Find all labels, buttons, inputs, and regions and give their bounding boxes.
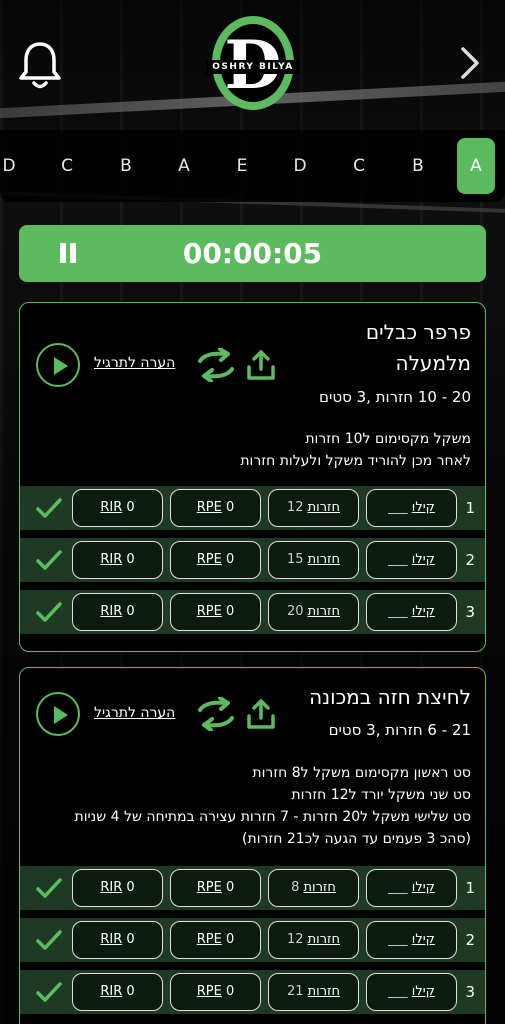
reps-input[interactable]: חזרות 15 (268, 541, 359, 579)
set-number: 1 (465, 879, 475, 897)
rir-input[interactable]: RIR 0 (72, 489, 163, 527)
rpe-input[interactable]: RPE 0 (170, 973, 261, 1011)
day-tab[interactable]: A (165, 138, 203, 194)
set-row: 3 קילו ___ חזרות 20 RPE 0 RIR 0 (20, 590, 485, 634)
share-icon[interactable] (246, 349, 276, 381)
header: D OSHRY BILYA (0, 0, 505, 120)
reps-input[interactable]: חזרות 20 (268, 593, 359, 631)
set-number: 2 (465, 931, 475, 949)
reps-input[interactable]: חזרות 12 (268, 489, 359, 527)
bell-icon[interactable] (18, 40, 62, 90)
exercise-comment-link[interactable]: הערה לתרגיל (94, 355, 175, 371)
chevron-right-icon[interactable] (457, 45, 483, 81)
note-line: סט שלישי משקל ל20 חזרות - 7 חזרות עצירה … (74, 809, 472, 825)
timer-display: 00:00:05 (182, 237, 323, 270)
set-row: 2 קילו ___ חזרות 15 RPE 0 RIR 0 (20, 538, 485, 582)
swap-icon[interactable] (196, 697, 236, 731)
day-tab[interactable]: B (107, 138, 145, 194)
check-icon[interactable] (36, 980, 62, 1004)
note-line: (סהכ 3 פעמים עד הגעה לכ21 חזרות) (242, 831, 471, 847)
check-icon[interactable] (36, 496, 62, 520)
check-icon[interactable] (36, 548, 62, 572)
swap-icon[interactable] (196, 348, 236, 382)
rir-input[interactable]: RIR 0 (72, 921, 163, 959)
exercise-meta: 20 - 10 חזרות ,3 סטים (319, 388, 471, 406)
exercise-meta: 21 - 6 חזרות ,3 סטים (328, 721, 471, 739)
play-icon[interactable] (36, 343, 80, 387)
exercise-notes: סט ראשון מקסימום משקל ל8 חזרות סט שני מש… (75, 762, 472, 850)
kg-input[interactable]: קילו ___ (366, 489, 457, 527)
play-icon[interactable] (36, 692, 80, 736)
rpe-input[interactable]: RPE 0 (170, 489, 261, 527)
exercise-title-line2: מלמעלה (395, 351, 472, 375)
check-icon[interactable] (36, 600, 62, 624)
rir-input[interactable]: RIR 0 (72, 973, 163, 1011)
set-number: 3 (465, 603, 475, 621)
rpe-input[interactable]: RPE 0 (170, 869, 261, 907)
exercise-card: פרפר כבלים מלמעלה הערה לתרגיל 20 - 10 חז… (19, 302, 486, 652)
workout-timer: 00:00:05 (19, 225, 486, 282)
set-number: 2 (465, 551, 475, 569)
set-row: 1 קילו ___ חזרות 8 RPE 0 RIR 0 (20, 866, 485, 910)
day-tabs: D C B A E D C B A (0, 130, 505, 202)
share-icon[interactable] (246, 698, 276, 730)
set-row: 1 קילו ___ חזרות 12 RPE 0 RIR 0 (20, 486, 485, 530)
note-line: משקל מקסימום ל10 חזרות (305, 431, 471, 447)
day-tab[interactable]: D (0, 138, 28, 194)
exercise-notes: משקל מקסימום ל10 חזרות לאחר מכן להוריד מ… (240, 428, 471, 472)
day-tab[interactable]: E (223, 138, 261, 194)
set-number: 3 (465, 983, 475, 1001)
kg-input[interactable]: קילו ___ (366, 541, 457, 579)
kg-input[interactable]: קילו ___ (366, 869, 457, 907)
brand-logo: D OSHRY BILYA (206, 16, 300, 110)
reps-input[interactable]: חזרות 8 (268, 869, 359, 907)
rir-input[interactable]: RIR 0 (72, 869, 163, 907)
day-tab[interactable]: B (399, 138, 437, 194)
set-row: 3 קילו ___ חזרות 21 RPE 0 RIR 0 (20, 970, 485, 1014)
day-tab[interactable]: D (281, 138, 319, 194)
reps-input[interactable]: חזרות 21 (268, 973, 359, 1011)
exercise-card: לחיצת חזה במכונה הערה לתרגיל 21 - 6 חזרו… (19, 667, 486, 1024)
day-tab-active[interactable]: A (457, 138, 495, 194)
reps-input[interactable]: חזרות 12 (268, 921, 359, 959)
kg-input[interactable]: קילו ___ (366, 921, 457, 959)
note-line: לאחר מכן להוריד משקל ולעלות חזרות (240, 453, 471, 469)
set-row: 2 קילו ___ חזרות 12 RPE 0 RIR 0 (20, 918, 485, 962)
note-line: סט שני משקל יורד ל12 חזרות (291, 787, 471, 803)
rpe-input[interactable]: RPE 0 (170, 593, 261, 631)
note-line: סט ראשון מקסימום משקל ל8 חזרות (252, 765, 471, 781)
rir-input[interactable]: RIR 0 (72, 541, 163, 579)
check-icon[interactable] (36, 928, 62, 952)
exercise-title: לחיצת חזה במכונה (309, 685, 471, 709)
kg-input[interactable]: קילו ___ (366, 973, 457, 1011)
rpe-input[interactable]: RPE 0 (170, 921, 261, 959)
check-icon[interactable] (36, 876, 62, 900)
set-number: 1 (465, 499, 475, 517)
exercise-title: פרפר כבלים (365, 320, 471, 344)
day-tab[interactable]: C (48, 138, 86, 194)
day-tab[interactable]: C (340, 138, 378, 194)
exercise-comment-link[interactable]: הערה לתרגיל (94, 705, 175, 721)
kg-input[interactable]: קילו ___ (366, 593, 457, 631)
logo-text: OSHRY BILYA (206, 60, 300, 74)
rpe-input[interactable]: RPE 0 (170, 541, 261, 579)
rir-input[interactable]: RIR 0 (72, 593, 163, 631)
